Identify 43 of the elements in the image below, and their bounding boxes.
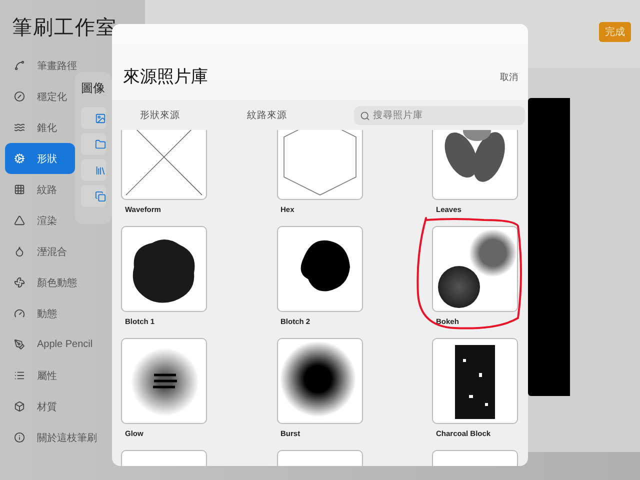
popover-title: 圖像	[81, 80, 106, 97]
source-tab[interactable]: 紋路來源	[247, 108, 354, 122]
search-icon	[360, 110, 370, 120]
curve-icon	[14, 60, 25, 71]
pen-icon	[14, 339, 25, 350]
sidebar-item[interactable]: 筆畫路徑	[5, 50, 81, 81]
dialog-title: 來源照片庫	[123, 66, 208, 88]
grid-icon	[14, 184, 25, 195]
gauge-icon	[14, 308, 25, 319]
sidebar-item[interactable]: 錐化	[5, 112, 75, 143]
sidebar-item[interactable]: 顏色動態	[5, 267, 81, 298]
sidebar-item[interactable]: 關於這枝筆刷	[5, 422, 101, 453]
sidebar-item[interactable]: 渲染	[5, 205, 75, 236]
sidebar-item[interactable]: 屬性	[5, 360, 75, 391]
popover-item[interactable]	[81, 159, 106, 181]
cancel-button[interactable]: 取消	[500, 71, 518, 84]
gear-icon	[14, 153, 25, 164]
copy-icon	[95, 190, 106, 202]
fan-icon	[14, 277, 25, 288]
slashed-circle-icon	[14, 91, 25, 102]
wave-icon	[14, 122, 25, 133]
info-icon	[14, 432, 25, 443]
triangle-icon	[14, 215, 25, 226]
sidebar-item[interactable]: 動態	[5, 298, 75, 329]
done-button[interactable]: 完成	[599, 22, 631, 42]
app-title: 筆刷工作室	[11, 16, 118, 41]
droplet-icon	[14, 246, 25, 257]
popover-item[interactable]	[81, 133, 106, 155]
sidebar-item[interactable]: 形狀	[5, 143, 75, 174]
sidebar-item[interactable]: 穩定化	[5, 81, 75, 112]
popover-item[interactable]	[81, 107, 106, 129]
popover-item[interactable]	[81, 185, 106, 207]
sidebar-item[interactable]: 紋路	[5, 174, 75, 205]
books-icon	[95, 164, 106, 176]
source-tab[interactable]: 形狀來源	[140, 108, 247, 122]
cube-icon	[14, 401, 25, 412]
sidebar-item[interactable]: 溼混合	[5, 236, 75, 267]
image-icon	[95, 112, 106, 124]
sidebar-item[interactable]: 材質	[5, 391, 75, 422]
list-icon	[14, 370, 25, 381]
search-field[interactable]: 搜尋照片庫	[354, 106, 525, 124]
sidebar-item[interactable]: Apple Pencil	[5, 329, 97, 360]
folder-icon	[95, 138, 106, 150]
